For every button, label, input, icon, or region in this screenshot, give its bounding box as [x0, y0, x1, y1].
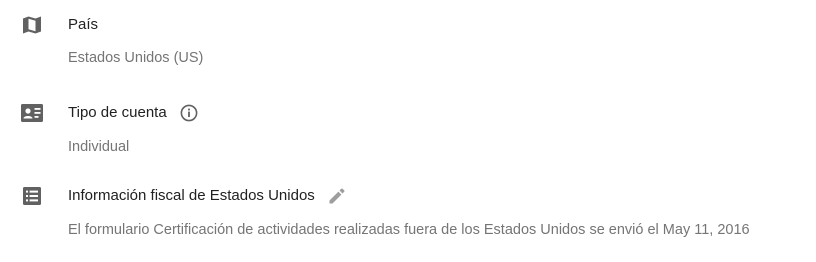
info-icon[interactable]: [179, 103, 199, 123]
list-icon: [20, 184, 44, 208]
map-icon: [20, 13, 44, 37]
country-value: Estados Unidos (US): [68, 50, 204, 66]
tax-info-label: Información fiscal de Estados Unidos: [68, 187, 315, 204]
account-type-value: Individual: [68, 139, 130, 155]
contact-card-icon: [20, 101, 44, 125]
account-type-label: Tipo de cuenta: [68, 104, 167, 121]
pencil-icon[interactable]: [327, 186, 347, 206]
country-label: País: [68, 16, 99, 33]
tax-info-heading: Información fiscal de Estados Unidos: [68, 186, 347, 206]
account-type-heading: Tipo de cuenta: [68, 103, 199, 123]
tax-info-value: El formulario Certificación de actividad…: [68, 222, 750, 238]
